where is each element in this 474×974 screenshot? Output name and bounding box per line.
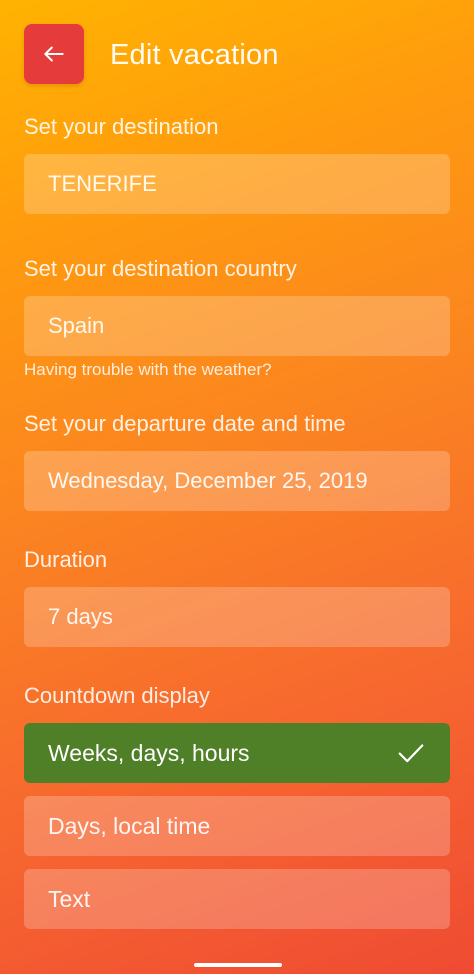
departure-date-field[interactable]: Wednesday, December 25, 2019 [24, 451, 450, 511]
destination-label: Set your destination [24, 114, 219, 139]
option-label: Days, local time [48, 812, 211, 839]
countdown-option-days-local-time[interactable]: Days, local time [24, 796, 450, 856]
page-title: Edit vacation [110, 39, 279, 71]
weather-help-link[interactable]: Having trouble with the weather? [24, 359, 272, 381]
home-indicator[interactable] [194, 963, 282, 967]
country-input[interactable]: Spain [24, 296, 450, 356]
duration-field[interactable]: 7 days [24, 587, 450, 647]
country-label: Set your destination country [24, 256, 297, 281]
duration-value: 7 days [48, 604, 113, 629]
country-value: Spain [48, 313, 105, 338]
duration-label: Duration [24, 547, 108, 572]
destination-input[interactable]: TENERIFE [24, 154, 450, 214]
departure-value: Wednesday, December 25, 2019 [48, 468, 368, 493]
countdown-option-weeks-days-hours[interactable]: Weeks, days, hours [24, 723, 450, 783]
destination-value: TENERIFE [48, 171, 157, 196]
countdown-option-text[interactable]: Text [24, 869, 450, 929]
arrow-left-icon [41, 41, 67, 67]
option-label: Text [48, 885, 91, 912]
departure-label: Set your departure date and time [24, 411, 346, 436]
countdown-label: Countdown display [24, 683, 210, 708]
back-button[interactable] [24, 24, 84, 84]
checkmark-icon [396, 738, 426, 768]
option-label: Weeks, days, hours [48, 739, 250, 766]
